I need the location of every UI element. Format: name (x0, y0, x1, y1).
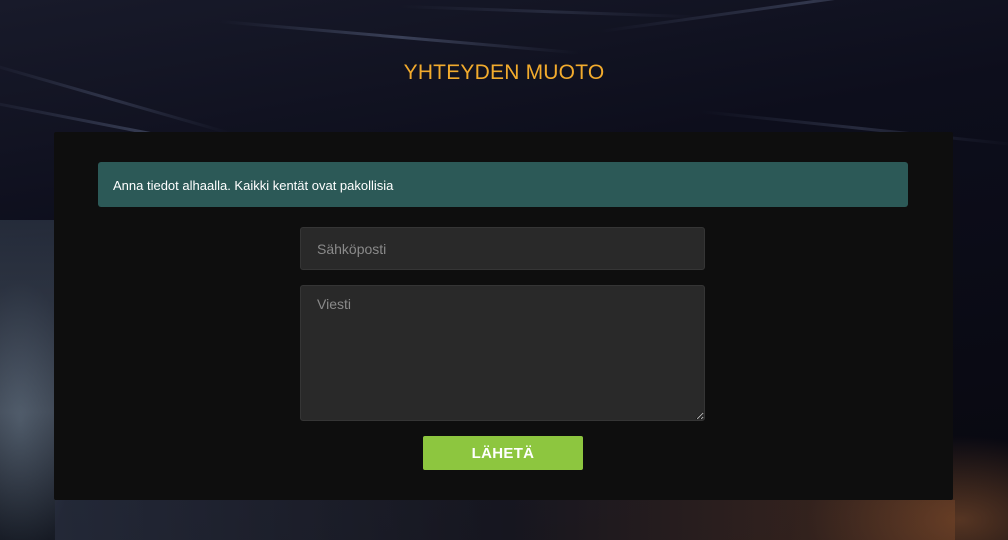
send-button[interactable]: LÄHETÄ (423, 436, 583, 470)
background-car-detail (55, 500, 955, 540)
form-notice: Anna tiedot alhaalla. Kaikki kentät ovat… (98, 162, 908, 207)
background-car-detail (0, 220, 55, 540)
page-title: YHTEYDEN MUOTO (403, 61, 605, 84)
contact-form-panel: Anna tiedot alhaalla. Kaikki kentät ovat… (54, 132, 953, 500)
email-field[interactable] (300, 227, 705, 270)
message-field[interactable] (300, 285, 705, 421)
page-header: YHTEYDEN MUOTO (0, 0, 1008, 130)
